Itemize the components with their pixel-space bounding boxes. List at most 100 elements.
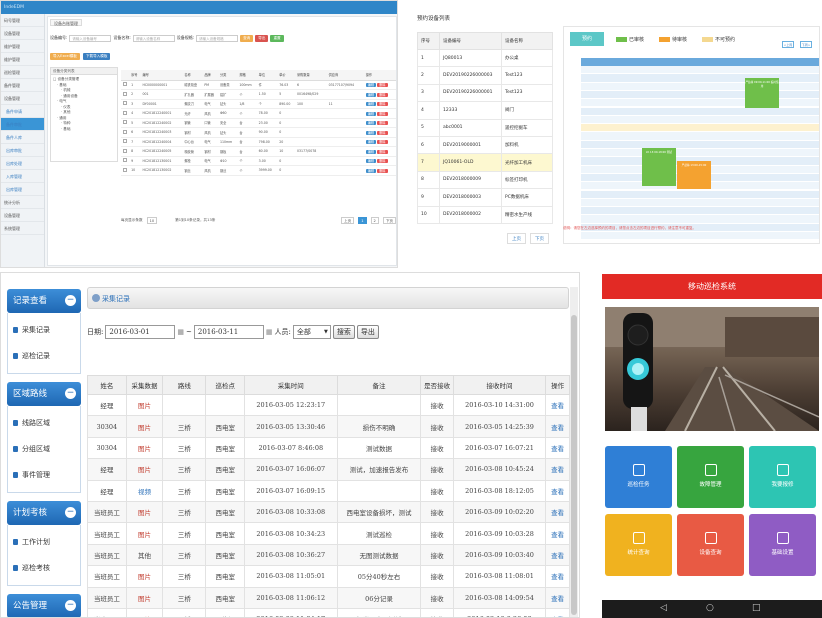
prev-page-button[interactable]: 上页 (507, 233, 526, 244)
sidebar-item[interactable]: 备件管理 (1, 79, 44, 92)
table-row[interactable]: 4 HC201812240001 光纤 风机 Φ60 个 78.00 0 编辑 删除 (121, 108, 396, 119)
table-row[interactable]: 5 HC201812240002 钢管 口管 安全台 23.00 0 编辑 删除 (121, 118, 396, 128)
time-slot-row[interactable] (581, 124, 819, 133)
edit-button[interactable]: 编辑 (365, 111, 377, 116)
event-approved[interactable]: 严益林 09:00-11:00 临时借用 (745, 78, 779, 108)
event-approved[interactable]: kh 13:00-18:00 测试 (642, 148, 676, 186)
page-2-button[interactable]: 2 (370, 216, 379, 224)
back-icon[interactable]: ◁ (660, 603, 667, 613)
data-type-link[interactable]: 视频 (125, 479, 164, 502)
date-from-input[interactable]: 2016-03-01 (105, 325, 176, 339)
checkbox[interactable] (123, 139, 127, 144)
next-page-button[interactable]: 下页 (382, 216, 396, 224)
edit-button[interactable]: 编辑 (365, 130, 377, 135)
menu-group-header[interactable]: 记录查看 − (7, 289, 81, 313)
tile-fault[interactable]: 故障管理 (677, 446, 744, 508)
table-row[interactable]: 当班员工 图片 三桥 西电室 2016-03-08 11:06:12 06分记录 接收 201… (87, 586, 570, 609)
data-type-link[interactable]: 图片 (125, 607, 164, 617)
tree-node[interactable]: · 基础 (53, 127, 115, 133)
table-row[interactable]: 3 DY00001 螺纹刀 电气 钻头 1/8 个 890.00 100 11 编辑 删除 (121, 99, 396, 109)
edit-button[interactable]: 编辑 (365, 92, 377, 97)
view-link[interactable]: 查看 (545, 565, 570, 588)
sidebar-item[interactable]: 备件审批 (1, 118, 44, 131)
checkbox[interactable] (123, 158, 127, 163)
next-week-button[interactable]: 下周> (800, 41, 812, 48)
data-type-link[interactable]: 图片 (125, 393, 164, 417)
menu-item[interactable]: 巡检记录 (13, 343, 80, 369)
delete-button[interactable]: 删除 (377, 111, 388, 116)
time-slot-row[interactable] (581, 215, 819, 224)
table-row[interactable]: 1 JQ80013 办公桌 (417, 48, 553, 68)
export-button[interactable]: 导出 (255, 34, 269, 42)
table-row[interactable]: 8 DEV2018000009 标签打印机 (417, 170, 553, 190)
sidebar-item[interactable]: 备件申请 (1, 105, 44, 118)
row-checkbox[interactable] (121, 137, 130, 147)
table-row[interactable]: 10 HC201812130002 钢丝 风机 钢丝个 3999.00 0 编辑 删除 (121, 165, 396, 176)
data-type-link[interactable]: 图片 (125, 436, 164, 460)
table-row[interactable]: 9 HC201812130001 螺栓 电气 Φ10 个 3.00 0 编辑 删除 (121, 156, 396, 166)
person-select[interactable]: 全部 ▼ (292, 325, 331, 339)
edit-button[interactable]: 编辑 (365, 121, 377, 126)
equipment-code-input[interactable]: 请输入设备编号 (69, 34, 112, 42)
collapse-icon[interactable]: − (65, 507, 76, 518)
sidebar-item[interactable]: 设备管理 (1, 92, 44, 105)
sidebar-item[interactable]: 出库审批 (1, 144, 44, 157)
row-checkbox[interactable] (121, 146, 130, 157)
tile-gear[interactable]: 基础设置 (749, 514, 816, 576)
tile-monitor[interactable]: 设备查询 (677, 514, 744, 576)
table-row[interactable]: 经理 视频 三桥 西电室 2016-03-07 16:09:15 接收 2016-03-08… (87, 479, 570, 502)
view-link[interactable]: 查看 (545, 415, 570, 438)
tile-calendar[interactable]: 巡检任务 (605, 446, 672, 508)
menu-group-header[interactable]: 计划考核 − (7, 501, 81, 525)
delete-button[interactable]: 删除 (377, 83, 388, 88)
export-button[interactable]: 导出 (356, 325, 379, 339)
checkbox[interactable] (123, 120, 127, 125)
sidebar-item[interactable]: 统计分析 (1, 196, 44, 209)
time-slot-row[interactable] (581, 82, 819, 91)
table-row[interactable]: 经理 图片 三桥 西电室 2016-03-07 16:06:07 测试，加速报告发布 接收 2… (87, 458, 570, 481)
table-row[interactable]: 2 001 扩孔器 扩展器 铝扩个 1.50 5 0016498/029 编辑 删除 (121, 89, 396, 100)
delete-button[interactable]: 删除 (377, 121, 388, 126)
data-type-link[interactable]: 图片 (125, 500, 164, 524)
time-slot-row[interactable] (581, 90, 819, 100)
sidebar-item[interactable]: 出库管理 (1, 183, 44, 196)
row-checkbox[interactable] (121, 108, 130, 119)
delete-button[interactable]: 删除 (377, 92, 388, 97)
data-type-link[interactable]: 图片 (125, 565, 164, 588)
time-slot-row[interactable] (581, 198, 819, 208)
sidebar-item[interactable]: 巡检管理 (1, 66, 44, 79)
collapse-icon[interactable]: − (65, 388, 76, 399)
row-checkbox[interactable] (121, 165, 130, 176)
sidebar-item[interactable]: 维护管理 (1, 53, 44, 66)
prev-page-button[interactable]: 上页 (341, 216, 355, 224)
view-link[interactable]: 查看 (545, 607, 570, 617)
equipment-spec-input[interactable]: 请输入设备规格 (196, 34, 239, 42)
collapse-icon[interactable]: − (65, 600, 76, 611)
reserve-button[interactable]: 预约 (570, 32, 604, 46)
recent-apps-icon[interactable]: □ (752, 603, 761, 613)
time-slot-row[interactable] (581, 132, 819, 141)
tab-equipment-ledger[interactable]: 设备台账管理 (50, 19, 82, 26)
next-page-button[interactable]: 下页 (530, 233, 549, 244)
table-row[interactable]: 6 DEV2019000001 加料机 (417, 135, 553, 155)
view-link[interactable]: 查看 (545, 543, 570, 567)
table-row[interactable]: 7 HC201812240004 中心台 电气 110mm 台 798.00 20 编辑 删除 (121, 137, 396, 147)
checkbox[interactable] (123, 91, 127, 96)
scrollbar[interactable] (570, 287, 578, 617)
sidebar-item[interactable]: 设备管理 (1, 209, 44, 222)
table-row[interactable]: 6 HC201812240003 钢材 风机 钻头台 90.00 0 编辑 删除 (121, 127, 396, 138)
time-slot-row[interactable] (581, 190, 819, 199)
menu-item[interactable]: 巡检考核 (13, 555, 80, 581)
data-type-link[interactable]: 图片 (125, 415, 164, 438)
menu-group-header[interactable]: 区域路线 − (7, 382, 81, 406)
date-to-input[interactable]: 2016-03-11 (193, 325, 264, 339)
search-button[interactable]: 查询 (240, 34, 254, 42)
table-row[interactable]: 30304 图片 三桥 西电室 2016-03-05 13:30:46 损伤不明确 接收 20… (87, 415, 570, 438)
table-row[interactable]: 8 HC201812240005 橡胶管 钢材 钢板台 60.00 10 03177/0078… (121, 146, 396, 157)
row-checkbox[interactable] (121, 127, 130, 138)
table-row[interactable]: 当班员工 其他 三桥 西电室 2016-03-08 10:36:27 无图测试数据 接收 20… (87, 543, 570, 567)
table-row[interactable]: 1 HC0000000001 磁铁吸盘 PM 设备类 100mm 件 76.03 6 031771… (121, 80, 396, 90)
checkbox[interactable] (123, 129, 127, 134)
table-row[interactable]: 当班员工图片三桥卫生间2016-03-08 11:34:17灯光不亮，测试接收2… (87, 607, 570, 617)
calendar-icon[interactable]: ▦ (177, 328, 184, 336)
